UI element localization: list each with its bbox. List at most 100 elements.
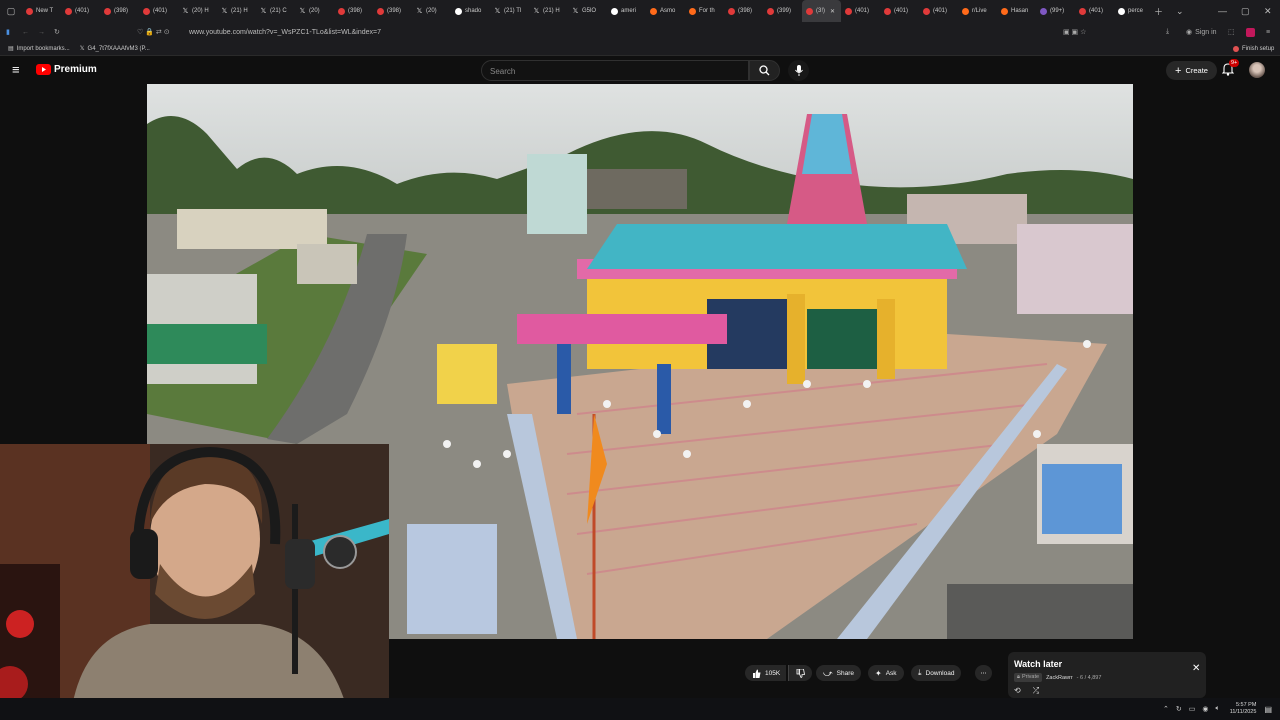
browser-tab[interactable]: ameri xyxy=(607,0,646,22)
sign-in-button[interactable]: ◉ Sign in xyxy=(1186,28,1217,37)
browser-tab[interactable]: (99+) xyxy=(1036,0,1075,22)
back-icon[interactable]: ← xyxy=(22,29,38,36)
browser-tab[interactable]: (398) xyxy=(373,0,412,22)
browser-tab[interactable]: 𝕏 (20) xyxy=(295,0,334,22)
shuffle-icon[interactable]: ⤮ xyxy=(1033,686,1039,696)
create-label: Create xyxy=(1185,66,1208,75)
menu-icon[interactable]: ≡ xyxy=(1266,29,1270,36)
browser-tab[interactable]: 𝕏 (21) Tl xyxy=(490,0,529,22)
browser-tab[interactable]: (401) xyxy=(139,0,178,22)
browser-tab[interactable]: Asmo xyxy=(646,0,685,22)
browser-tab[interactable]: (401) xyxy=(1075,0,1114,22)
chevron-up-icon[interactable]: ⌃ xyxy=(1163,705,1169,713)
notification-center-icon[interactable]: ▤ xyxy=(1264,705,1272,714)
reddit-icon xyxy=(650,7,657,15)
notifications-button[interactable]: 9+ xyxy=(1221,59,1240,81)
browser-tab[interactable]: (398) xyxy=(100,0,139,22)
browser-tab[interactable]: perce xyxy=(1114,0,1153,22)
more-icon: ⋯ xyxy=(980,670,987,677)
chatgpt-icon xyxy=(455,7,462,15)
youtube-icon xyxy=(65,7,72,15)
watch-later-playlist-panel: Watch later 🔒︎ Private ZackRawrr - 6 / 4,… xyxy=(1008,652,1206,698)
playlist-title[interactable]: Watch later xyxy=(1014,659,1200,669)
x-icon: 𝕏 xyxy=(299,7,306,15)
browser-tab[interactable]: (401) xyxy=(61,0,100,22)
browser-tab-label: New T xyxy=(36,8,54,14)
voice-search-button[interactable] xyxy=(788,60,809,81)
bookmark-tweet[interactable]: G4_7t7fXAAAfvM3 (P... xyxy=(88,46,150,52)
browser-tab[interactable]: 𝕏 (21) C xyxy=(256,0,295,22)
network-icon[interactable]: ◉ xyxy=(1202,705,1208,713)
clock-date: 11/11/2025 xyxy=(1229,709,1257,715)
clock[interactable]: 5:57 PM 11/11/2025 xyxy=(1230,702,1257,716)
extension-icons[interactable]: ▣ ▣ ☆ xyxy=(1063,28,1086,36)
browser-tab[interactable]: (398) xyxy=(724,0,763,22)
youtube-logo[interactable]: Premium xyxy=(36,64,97,75)
display-icon[interactable]: ▭ xyxy=(1189,705,1196,713)
browser-tab[interactable]: For th xyxy=(685,0,724,22)
playlist-owner[interactable]: ZackRawrr xyxy=(1046,675,1073,681)
browser-tab[interactable]: 𝕏 (21) H xyxy=(529,0,568,22)
browser-tab[interactable]: (3!) ✕ xyxy=(802,0,841,22)
browser-tab[interactable]: Hasan xyxy=(997,0,1036,22)
sidebar-toggle-icon[interactable]: ▮ xyxy=(6,28,22,36)
like-button[interactable]: 105K xyxy=(745,665,787,681)
browser-tab[interactable]: 𝕏 (20) H xyxy=(178,0,217,22)
avatar[interactable] xyxy=(1249,62,1265,78)
extensions-icon[interactable]: ⬚ xyxy=(1228,28,1235,36)
microphone-icon xyxy=(794,65,803,76)
extension-badge-icon[interactable] xyxy=(1246,27,1255,37)
dislike-button[interactable] xyxy=(788,665,812,681)
browser-tab[interactable]: (401) xyxy=(880,0,919,22)
sync-icon[interactable]: ↻ xyxy=(1176,705,1182,713)
browser-tab-label: (21) C xyxy=(270,8,287,14)
close-window-icon[interactable]: ✕ xyxy=(1264,0,1272,22)
browser-tab[interactable]: 𝕏 G5lO xyxy=(568,0,607,22)
site-info-icon[interactable]: ♡ 🔒 ⇄ ⊙ xyxy=(137,28,170,36)
browser-tab[interactable]: (401) xyxy=(841,0,880,22)
browser-tab[interactable]: 𝕏 (20) xyxy=(412,0,451,22)
share-button[interactable]: ⤻ Share xyxy=(816,665,861,681)
youtube-icon xyxy=(143,7,150,15)
browser-tab[interactable]: (401) xyxy=(919,0,958,22)
tab-actions-icon[interactable]: ▢ xyxy=(0,0,22,22)
windows-taskbar: ⌃ ↻ ▭ ◉ 🔈︎ 5:57 PM 11/11/2025 ▤ xyxy=(0,698,1280,720)
close-icon[interactable]: ✕ xyxy=(1192,663,1200,674)
browser-tab-label: (20) xyxy=(426,8,437,14)
browser-tab-label: (20) xyxy=(309,8,320,14)
maximize-icon[interactable]: ▢ xyxy=(1241,0,1250,22)
minimize-icon[interactable]: — xyxy=(1218,0,1227,22)
url-field[interactable]: www.youtube.com/watch?v=_WsPZC1-TLo&list… xyxy=(189,29,381,36)
close-tab-icon[interactable]: ✕ xyxy=(830,8,835,15)
bookmark-import[interactable]: Import bookmarks... xyxy=(17,46,70,52)
hamburger-menu-icon[interactable]: ≡ xyxy=(12,62,20,77)
browser-tab[interactable]: 𝕏 (21) H xyxy=(217,0,256,22)
browser-tab[interactable]: shado xyxy=(451,0,490,22)
volume-icon[interactable]: 🔈︎ xyxy=(1216,705,1220,713)
notification-badge: 9+ xyxy=(1229,59,1240,67)
ask-label: Ask xyxy=(885,669,897,677)
create-button[interactable]: + Create xyxy=(1166,61,1217,80)
more-actions-button[interactable]: ⋯ xyxy=(975,665,992,681)
download-button[interactable]: ⤓ Download xyxy=(911,665,962,681)
ask-button[interactable]: ✦ Ask xyxy=(868,665,904,681)
forward-icon[interactable]: → xyxy=(38,29,54,36)
search-button[interactable] xyxy=(749,60,780,81)
youtube-icon xyxy=(884,7,891,15)
browser-tab[interactable]: (398) xyxy=(334,0,373,22)
downloads-icon[interactable]: ⤓ xyxy=(1166,28,1169,36)
new-tab-button[interactable]: ＋ xyxy=(1154,0,1163,22)
browser-tab[interactable]: New T xyxy=(22,0,61,22)
search-input[interactable]: Search xyxy=(481,60,749,81)
browser-tab-label: (21) H xyxy=(543,8,560,14)
reddit-icon xyxy=(962,7,969,15)
tab-search-icon[interactable]: ⌄ xyxy=(1176,0,1184,22)
youtube-icon xyxy=(338,7,345,15)
loop-icon[interactable]: ⟲ xyxy=(1014,686,1021,696)
reload-icon[interactable]: ↻ xyxy=(54,28,70,36)
browser-tab[interactable]: (399) xyxy=(763,0,802,22)
browser-tab-label: r/Live xyxy=(972,8,987,14)
browser-tab[interactable]: r/Live xyxy=(958,0,997,22)
x-icon: 𝕏 xyxy=(572,7,579,15)
finish-setup-button[interactable]: Finish setup xyxy=(1233,45,1274,52)
